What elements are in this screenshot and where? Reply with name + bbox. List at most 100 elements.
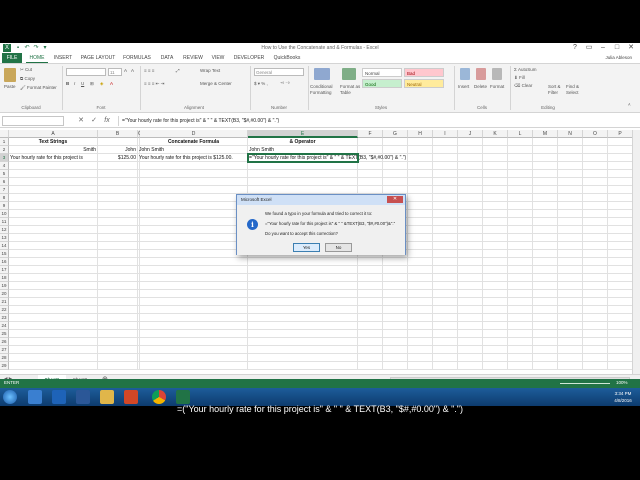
column-header[interactable]: P [608,130,633,138]
row-header[interactable]: 24 [0,322,9,330]
maximize-button[interactable]: □ [610,43,624,53]
file-explorer-icon[interactable] [100,390,114,404]
row-header[interactable]: 15 [0,250,9,258]
cell-c3[interactable]: Your hourly rate for this project is $12… [139,154,246,162]
font-size-box[interactable]: 11 [108,68,122,76]
word-icon[interactable] [76,390,90,404]
italic-button[interactable]: I [74,81,75,86]
cancel-icon[interactable]: ✕ [76,116,86,126]
tab-data[interactable]: DATA [156,53,178,63]
internet-explorer-icon[interactable] [52,390,66,404]
cell-d1[interactable]: Concatenate Formula [141,138,246,146]
conditional-formatting-icon[interactable] [314,68,330,80]
close-button[interactable]: ✕ [624,43,638,53]
column-header[interactable]: L [508,130,533,138]
column-header[interactable]: K [483,130,508,138]
delete-button[interactable]: Delete [474,84,487,89]
merge-center-button[interactable]: Merge & Center [200,81,232,86]
number-format-box[interactable]: General [254,68,304,76]
row-header[interactable]: 14 [0,242,9,250]
enter-icon[interactable]: ✓ [89,116,99,126]
tab-developer[interactable]: DEVELOPER [230,53,268,63]
formula-input[interactable]: ="Your hourly rate for this project is" … [118,116,636,126]
paste-button[interactable]: Paste [4,84,16,89]
minimize-button[interactable]: – [596,43,610,53]
clear-button[interactable]: ⌫ Clear [514,83,532,89]
format-cells-icon[interactable] [492,68,502,80]
row-header[interactable]: 3 [0,154,9,162]
font-name-box[interactable] [66,68,106,76]
row-header[interactable]: 27 [0,346,9,354]
decimal-icon[interactable]: ⁺⁰ ⁻⁰ [280,81,290,87]
column-header[interactable]: M [533,130,558,138]
wrap-text-button[interactable]: Wrap Text [200,68,220,73]
shrink-font-icon[interactable]: A [131,68,134,73]
row-header[interactable]: 1 [0,138,9,146]
column-header[interactable]: H [408,130,433,138]
help-icon[interactable]: ? [568,43,582,53]
cell-b2[interactable]: John [99,146,136,154]
column-header[interactable]: O [583,130,608,138]
cell-a2[interactable]: Smith [10,146,96,154]
borders-icon[interactable]: ⊞ [90,81,94,87]
paste-icon[interactable] [4,68,16,82]
underline-button[interactable]: U [81,81,84,86]
autosum-button[interactable]: Σ AutoSum [514,67,537,72]
excel-taskbar-icon[interactable] [176,390,190,404]
row-header[interactable]: 7 [0,186,9,194]
row-header[interactable]: 20 [0,290,9,298]
dialog-close-button[interactable]: ✕ [387,196,403,203]
row-header[interactable]: 16 [0,258,9,266]
insert-function-icon[interactable]: fx [102,116,112,126]
row-header[interactable]: 4 [0,162,9,170]
currency-icon[interactable]: $ ▾ % , [254,81,268,87]
delete-cells-icon[interactable] [476,68,486,80]
orientation-icon[interactable]: ⤢ [176,68,180,73]
clock[interactable]: 3:34 PM 4/8/2016 [610,390,636,404]
find-select-button[interactable]: Find & Select [566,84,584,96]
style-neutral[interactable]: Neutral [404,79,444,88]
format-painter-button[interactable]: 🖌 Format Painter [20,85,57,91]
row-header[interactable]: 18 [0,274,9,282]
tab-quickbooks[interactable]: QuickBooks [270,53,304,63]
row-header[interactable]: 17 [0,266,9,274]
cell-a1[interactable]: Text Strings [10,138,96,146]
insert-cells-icon[interactable] [460,68,470,80]
column-header[interactable]: N [558,130,583,138]
row-header[interactable]: 22 [0,306,9,314]
row-header[interactable]: 19 [0,282,9,290]
font-color-icon[interactable]: A [110,81,113,86]
cut-button[interactable]: ✂ Cut [20,67,32,73]
fill-color-icon[interactable]: ◈ [100,81,103,87]
column-header[interactable]: D [140,130,248,138]
start-button-icon[interactable] [3,390,17,404]
row-header[interactable]: 23 [0,314,9,322]
format-as-table-icon[interactable] [342,68,356,80]
cell-a3[interactable]: Your hourly rate for this project is [10,154,96,162]
style-normal[interactable]: Normal [362,68,402,77]
select-all-corner[interactable] [0,130,9,138]
row-header[interactable]: 26 [0,338,9,346]
column-header[interactable]: F [358,130,383,138]
active-cell-e3[interactable] [247,153,359,163]
row-header[interactable]: 10 [0,210,9,218]
tab-insert[interactable]: INSERT [50,53,76,63]
align-top-icon[interactable]: ≡ ≡ ≡ [144,68,154,73]
style-bad[interactable]: Bad [404,68,444,77]
format-button[interactable]: Format [490,84,504,89]
row-header[interactable]: 11 [0,218,9,226]
align-left-icon[interactable]: ≡ ≡ ≡ ⇤ ⇥ [144,81,164,87]
grow-font-icon[interactable]: A [124,68,127,73]
tab-view[interactable]: VIEW [208,53,228,63]
zoom-slider[interactable] [560,383,610,384]
insert-button[interactable]: Insert [458,84,469,89]
column-header[interactable]: A [9,130,98,138]
row-header[interactable]: 21 [0,298,9,306]
copy-button[interactable]: ⧉ Copy [20,76,35,81]
row-header[interactable]: 5 [0,170,9,178]
cell-c2[interactable]: John Smith [139,146,256,154]
vertical-scrollbar[interactable] [632,130,640,374]
tab-formulas[interactable]: FORMULAS [120,53,154,63]
style-good[interactable]: Good [362,79,402,88]
tab-home[interactable]: HOME [26,53,48,63]
